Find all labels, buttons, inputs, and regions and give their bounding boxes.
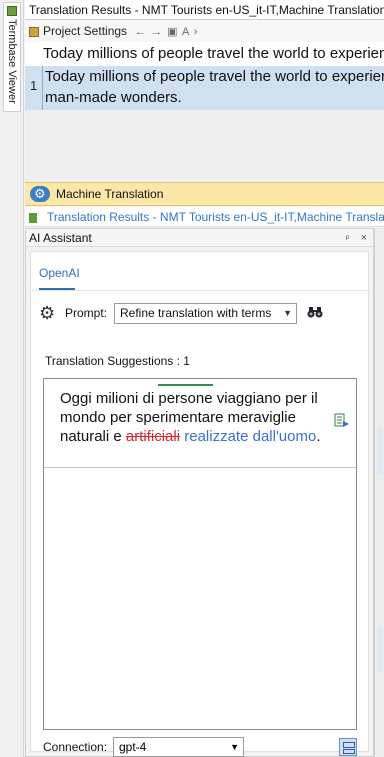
translation-results-toolbar: Project Settings ← → ▣ A › bbox=[25, 20, 384, 42]
term-highlight: persone bbox=[158, 390, 213, 407]
result-number: 1 bbox=[30, 78, 38, 93]
result-text: Today millions of people travel the worl… bbox=[45, 68, 384, 106]
binoculars-icon[interactable] bbox=[307, 305, 323, 319]
suggestion-text[interactable]: Oggi milioni di persone viaggiano per il… bbox=[60, 389, 330, 446]
ai-assistant-title: AI Assistant bbox=[29, 231, 92, 245]
termbase-icon bbox=[7, 6, 17, 16]
toolbar-nav-icons[interactable]: ← → ▣ A › bbox=[135, 26, 198, 38]
suggestion-segment: . bbox=[316, 428, 321, 445]
row-separator bbox=[42, 66, 43, 110]
prompt-dropdown[interactable]: Refine translation with terms ▼ bbox=[114, 303, 297, 324]
translation-results-title[interactable]: Translation Results - NMT Tourists en-US… bbox=[25, 0, 384, 20]
ai-assistant-content: OpenAI ⚙ Prompt: Refine translation with… bbox=[30, 251, 370, 757]
prompt-selected-value: Refine translation with terms bbox=[120, 306, 272, 320]
translation-result-row[interactable]: 1 Today millions of people travel the wo… bbox=[25, 66, 384, 110]
right-strip-highlight bbox=[377, 628, 383, 672]
tab-divider bbox=[31, 290, 370, 291]
source-text-line: Today millions of people travel the worl… bbox=[25, 42, 384, 66]
pin-icon[interactable]: ᵖ bbox=[346, 229, 349, 247]
deleted-text: artificiali bbox=[125, 428, 181, 445]
insert-translation-icon[interactable] bbox=[334, 413, 350, 429]
inserted-text: realizzate dall'uomo bbox=[184, 428, 317, 445]
machine-translation-banner[interactable]: Machine Translation bbox=[25, 182, 384, 206]
right-side-strip bbox=[374, 228, 384, 757]
results-empty-area bbox=[25, 110, 384, 182]
tab-openai[interactable]: OpenAI bbox=[39, 266, 80, 280]
termbase-viewer-label: Termbase Viewer bbox=[6, 19, 18, 104]
gear-icon[interactable]: ⚙ bbox=[39, 302, 55, 324]
suggestion-segment: Oggi milioni di bbox=[60, 390, 159, 407]
close-icon[interactable]: × bbox=[361, 229, 367, 247]
prompt-row: ⚙ Prompt: Refine translation with terms … bbox=[39, 302, 339, 326]
right-strip-highlight bbox=[377, 428, 383, 474]
suggestion-list: Oggi milioni di persone viaggiano per il… bbox=[43, 378, 357, 730]
mt-results-tab-label: Translation Results - NMT Tourists en-US… bbox=[47, 210, 384, 224]
ai-assistant-body: OpenAI ⚙ Prompt: Refine translation with… bbox=[26, 247, 373, 757]
connection-dropdown[interactable]: gpt-4 ▼ bbox=[113, 737, 244, 757]
termbase-viewer-tab[interactable]: Termbase Viewer bbox=[3, 2, 21, 112]
left-side-strip: Termbase Viewer bbox=[0, 0, 24, 757]
mt-results-tab[interactable]: Translation Results - NMT Tourists en-US… bbox=[25, 207, 384, 227]
chevron-down-icon: ▼ bbox=[230, 742, 239, 752]
connection-label: Connection: bbox=[43, 740, 108, 754]
machine-translation-label: Machine Translation bbox=[56, 187, 164, 201]
suggestion-divider bbox=[44, 467, 356, 468]
translation-suggestions-label: Translation Suggestions : 1 bbox=[45, 354, 190, 368]
connection-row: Connection: gpt-4 ▼ bbox=[43, 736, 363, 757]
ai-assistant-panel: AI Assistant ᵖ × OpenAI ⚙ Prompt: Refine… bbox=[25, 228, 374, 757]
prompt-label: Prompt: bbox=[65, 306, 108, 320]
connection-selected-value: gpt-4 bbox=[119, 740, 147, 754]
chevron-down-icon: ▼ bbox=[283, 308, 292, 318]
layout-toggle-icon[interactable] bbox=[339, 738, 357, 756]
app-window: Termbase Viewer Translation Results - NM… bbox=[0, 0, 384, 757]
project-settings-icon[interactable] bbox=[29, 26, 39, 37]
project-settings-label[interactable]: Project Settings bbox=[43, 24, 127, 38]
results-doc-icon bbox=[29, 212, 37, 223]
cloud-gear-icon bbox=[30, 183, 50, 205]
ai-assistant-titlebar: AI Assistant ᵖ × bbox=[26, 229, 373, 247]
